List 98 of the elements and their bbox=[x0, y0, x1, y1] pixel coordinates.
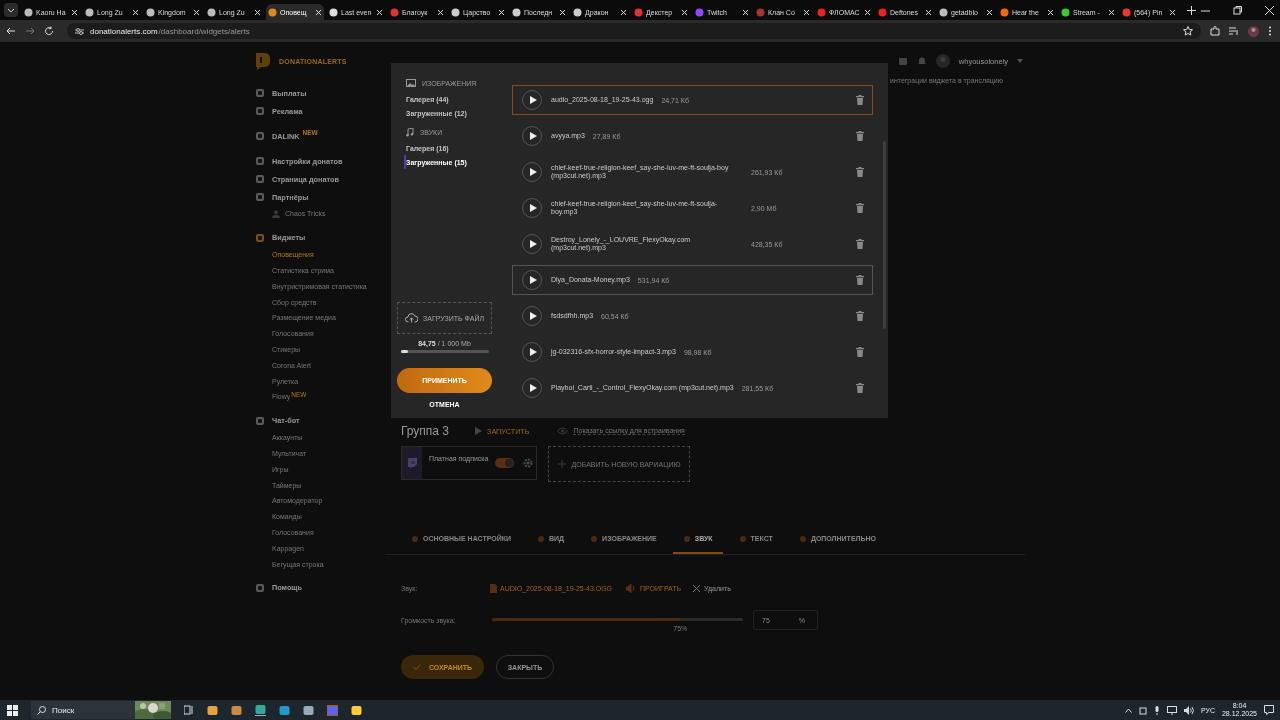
menu-icon[interactable] bbox=[1268, 26, 1272, 36]
search-field[interactable]: Поиск bbox=[31, 701, 171, 719]
close-icon[interactable] bbox=[620, 8, 627, 16]
site-icon bbox=[85, 7, 94, 17]
close-icon[interactable] bbox=[742, 8, 749, 16]
close-icon[interactable] bbox=[315, 8, 322, 16]
file-icon bbox=[490, 583, 497, 593]
close-icon[interactable] bbox=[559, 8, 566, 16]
close-icon[interactable] bbox=[254, 8, 261, 16]
play-icon bbox=[529, 168, 537, 176]
restore-icon[interactable] bbox=[1233, 5, 1242, 15]
plus-icon bbox=[557, 460, 566, 468]
trash-icon[interactable] bbox=[856, 275, 864, 285]
microphone-icon[interactable] bbox=[1153, 705, 1160, 715]
toggle-switch[interactable] bbox=[495, 458, 514, 468]
eye-icon bbox=[557, 427, 569, 435]
play-icon bbox=[475, 427, 483, 435]
trash-icon[interactable] bbox=[856, 131, 864, 141]
site-icon bbox=[1061, 7, 1070, 17]
logo-icon bbox=[255, 52, 271, 70]
site-icon bbox=[268, 7, 277, 17]
caret-icon bbox=[7, 6, 15, 14]
trash-icon[interactable] bbox=[856, 383, 864, 393]
reload-icon[interactable] bbox=[44, 26, 54, 36]
site-icon bbox=[756, 7, 765, 17]
close-icon[interactable] bbox=[986, 8, 993, 16]
trash-icon[interactable] bbox=[856, 95, 864, 105]
close-icon[interactable] bbox=[71, 8, 78, 16]
close-icon[interactable] bbox=[803, 8, 810, 16]
windows-icon[interactable] bbox=[7, 704, 18, 716]
play-icon bbox=[529, 384, 537, 392]
speaker-icon bbox=[626, 583, 637, 593]
play-icon bbox=[529, 240, 537, 248]
notification-icon[interactable] bbox=[1264, 705, 1274, 715]
new-tab-icon[interactable] bbox=[1187, 5, 1196, 15]
close-icon[interactable] bbox=[498, 8, 505, 16]
trash-icon[interactable] bbox=[856, 239, 864, 249]
close-icon[interactable] bbox=[1108, 8, 1115, 16]
site-icon bbox=[695, 7, 704, 17]
search-icon bbox=[37, 705, 46, 715]
close-icon[interactable] bbox=[193, 8, 200, 16]
speaker-icon[interactable] bbox=[1183, 705, 1194, 715]
site-info-icon bbox=[75, 26, 84, 36]
site-icon bbox=[878, 7, 887, 17]
trash-icon[interactable] bbox=[856, 311, 864, 321]
close-icon bbox=[693, 584, 701, 592]
site-icon bbox=[1122, 7, 1131, 17]
close-icon[interactable] bbox=[132, 8, 139, 16]
play-icon bbox=[529, 96, 537, 104]
network-icon[interactable] bbox=[1166, 705, 1177, 715]
chevron-up-icon[interactable] bbox=[1124, 707, 1132, 713]
forward-icon[interactable] bbox=[25, 26, 35, 36]
play-icon bbox=[529, 348, 537, 356]
close-icon[interactable] bbox=[1047, 8, 1054, 16]
media-icon[interactable] bbox=[1229, 26, 1239, 36]
close-icon[interactable] bbox=[1169, 8, 1176, 16]
twitch-icon bbox=[407, 458, 417, 468]
site-icon bbox=[207, 7, 216, 17]
back-icon[interactable] bbox=[6, 26, 16, 36]
url-path: /dashboard/widgets/alerts bbox=[158, 26, 250, 36]
site-icon bbox=[146, 7, 155, 17]
site-icon bbox=[512, 7, 521, 17]
group-title: Группа 3 bbox=[401, 424, 450, 438]
close-icon[interactable] bbox=[437, 8, 444, 16]
play-icon bbox=[529, 204, 537, 212]
site-icon bbox=[573, 7, 582, 17]
play-icon bbox=[529, 132, 537, 140]
circle-icon bbox=[798, 535, 807, 543]
site-icon bbox=[634, 7, 643, 17]
address-field[interactable]: donationalerts.com/dashboard/widgets/alerts bbox=[67, 23, 1201, 39]
close-icon[interactable] bbox=[925, 8, 932, 16]
site-icon bbox=[817, 7, 826, 17]
close-icon[interactable] bbox=[864, 8, 871, 16]
trash-icon[interactable] bbox=[856, 347, 864, 357]
url-domain: donationalerts.com bbox=[90, 26, 158, 36]
site-icon bbox=[329, 7, 338, 17]
close-icon[interactable] bbox=[681, 8, 688, 16]
trash-icon[interactable] bbox=[856, 203, 864, 213]
trash-icon[interactable] bbox=[856, 167, 864, 177]
image-icon bbox=[406, 79, 416, 87]
play-icon bbox=[529, 276, 537, 284]
check-icon bbox=[412, 664, 421, 670]
play-icon bbox=[529, 312, 537, 320]
site-icon bbox=[939, 7, 948, 17]
star-icon[interactable] bbox=[1183, 26, 1193, 36]
close-icon[interactable] bbox=[1265, 5, 1274, 15]
site-icon bbox=[390, 7, 399, 17]
tab-search-button[interactable] bbox=[4, 3, 18, 17]
site-icon bbox=[24, 7, 33, 17]
caret-icon[interactable] bbox=[1017, 59, 1023, 63]
cloud-upload-icon bbox=[405, 313, 418, 323]
close-icon[interactable] bbox=[376, 8, 383, 16]
site-icon bbox=[451, 7, 460, 17]
user-icon bbox=[272, 209, 280, 218]
extensions-icon[interactable] bbox=[1210, 26, 1220, 36]
avatar-icon[interactable] bbox=[1248, 25, 1259, 37]
site-icon bbox=[1000, 7, 1009, 17]
task-view-icon[interactable] bbox=[184, 705, 194, 715]
